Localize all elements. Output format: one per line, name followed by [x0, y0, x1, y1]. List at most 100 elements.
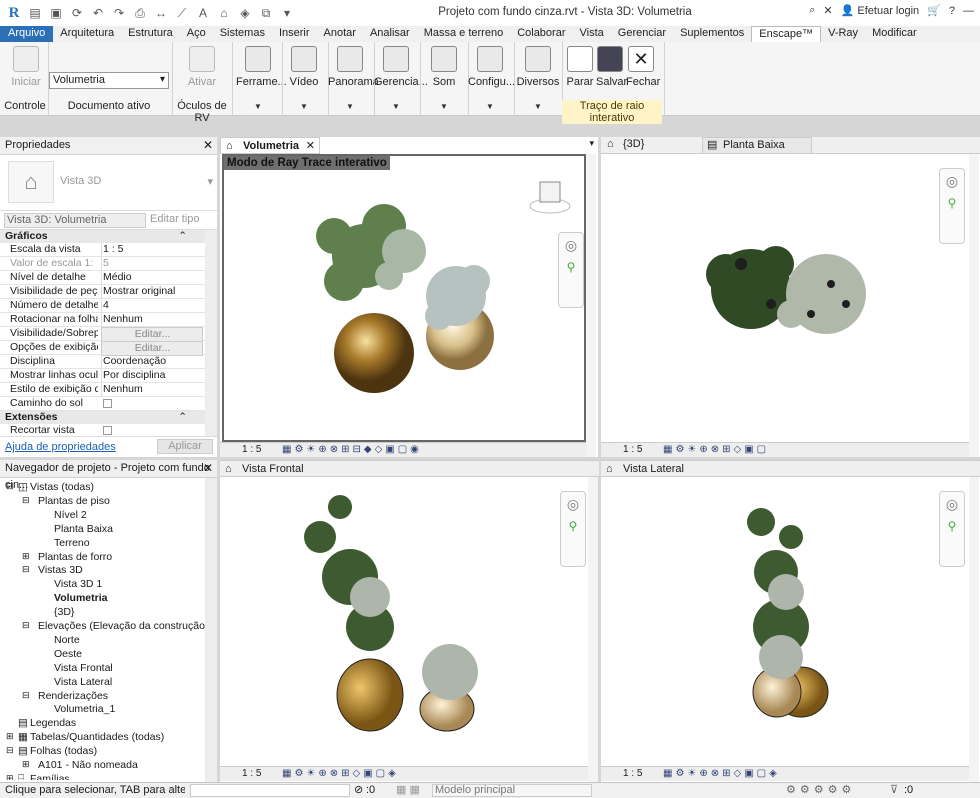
viewport-volumetria[interactable]: Modo de Ray Trace interativo ◎ ⚲ [222, 154, 586, 442]
property-value[interactable]: Por disciplina [101, 369, 203, 382]
close-tab-icon[interactable]: ✕ [306, 138, 315, 154]
minimize-icon[interactable]: — [963, 5, 974, 17]
user-icon[interactable]: 👤 Efetuar login [841, 4, 920, 18]
collapse-icon[interactable]: ⊟ [6, 745, 14, 756]
browser-item[interactable]: Terreno [54, 537, 90, 549]
browser-item[interactable]: Legendas [30, 717, 76, 729]
measure-icon[interactable]: ↔ [153, 5, 169, 21]
workset-icon[interactable]: ▦ ▦ [396, 783, 420, 798]
save-image-button[interactable]: Salvar [596, 46, 627, 88]
property-value[interactable]: Coordenação [101, 355, 203, 368]
property-value[interactable]: Editar... [101, 341, 203, 356]
browser-item[interactable]: Tabelas/Quantidades (todas) [30, 731, 164, 743]
browser-item[interactable]: Plantas de piso [38, 495, 110, 507]
stop-button[interactable]: Parar [566, 46, 594, 88]
property-group[interactable]: Gráficos ⌃ [0, 230, 205, 243]
ribbon-tab-1[interactable]: Arquitetura [53, 26, 121, 42]
chevron-down-icon[interactable]: ▼ [254, 102, 262, 111]
ribbon-button-0[interactable]: Ferrame... ▼ [236, 46, 287, 111]
tab-volumetria[interactable]: ⌂ Volumetria ✕ [220, 137, 320, 154]
redo-icon[interactable]: ↷ [111, 5, 127, 21]
view-scrollbar[interactable] [586, 154, 596, 457]
tab-3d[interactable]: ⌂ {3D} [603, 137, 698, 153]
collapse-icon[interactable]: ⌃ [178, 411, 187, 423]
tab-vista-lateral[interactable]: ⌂ Vista Lateral [601, 460, 980, 477]
text-icon[interactable]: A [195, 5, 211, 21]
tab-planta-baixa[interactable]: ▤ Planta Baixa [702, 137, 812, 153]
view-controls-icons[interactable]: ▦⚙☀⊕⊗⊞◇▣▢◈ [282, 767, 399, 781]
ribbon-tab-15[interactable]: Modificar [865, 26, 924, 42]
revit-logo-icon[interactable]: R [6, 5, 22, 21]
view-scale[interactable]: 1 : 5 [242, 443, 261, 457]
view-scrollbar[interactable] [969, 477, 979, 782]
close-properties-icon[interactable]: ✕ [203, 137, 213, 154]
tab-menu-icon[interactable]: ▾ [589, 138, 594, 149]
checkbox[interactable] [103, 399, 112, 408]
collapse-icon[interactable]: ⊟ [22, 495, 30, 506]
sync-icon[interactable]: ⟳ [69, 5, 85, 21]
property-row[interactable]: Nível de detalhe Médio [0, 271, 205, 285]
status-field[interactable] [190, 784, 350, 797]
ribbon-tab-4[interactable]: Sistemas [213, 26, 272, 42]
ribbon-tab-6[interactable]: Anotar [317, 26, 363, 42]
default-3d-icon[interactable]: ⌂ [216, 5, 232, 21]
browser-item[interactable]: Volumetria_1 [54, 703, 115, 715]
type-selector[interactable]: ⌂ Vista 3D ▾ [0, 155, 217, 211]
ribbon-tab-9[interactable]: Colaborar [510, 26, 572, 42]
viewcube-icon[interactable] [528, 176, 572, 216]
property-row[interactable]: Caminho do sol [0, 397, 205, 411]
view-scrollbar[interactable] [969, 154, 979, 457]
chevron-down-icon[interactable]: ▼ [346, 102, 354, 111]
ribbon-tab-12[interactable]: Suplementos [673, 26, 751, 42]
close-raytrace-button[interactable]: ✕ Fechar [626, 46, 660, 88]
zoom-icon[interactable]: ⚲ [561, 519, 585, 533]
view-scrollbar[interactable] [588, 477, 598, 782]
steering-wheel-icon[interactable]: ◎ [559, 237, 583, 254]
browser-item[interactable]: {3D} [54, 606, 74, 618]
ribbon-tab-2[interactable]: Estrutura [121, 26, 180, 42]
property-group[interactable]: Extensões ⌃ [0, 411, 205, 424]
property-value[interactable]: 4 [101, 299, 203, 312]
browser-item[interactable]: Oeste [54, 648, 82, 660]
property-row[interactable]: Visibilidade/Sobrep...Editar... [0, 327, 205, 342]
print-icon[interactable]: ⎙ [132, 5, 148, 21]
ribbon-tab-8[interactable]: Massa e terreno [417, 26, 510, 42]
zoom-icon[interactable]: ⚲ [559, 260, 583, 274]
apply-button[interactable]: Aplicar [157, 439, 213, 454]
property-row[interactable]: Opções de exibição...Editar... [0, 341, 205, 356]
expand-icon[interactable]: ⊞ [6, 731, 14, 742]
ribbon-tab-10[interactable]: Vista [573, 26, 611, 42]
ribbon-tab-14[interactable]: V-Ray [821, 26, 865, 42]
view-scale[interactable]: 1 : 5 [242, 767, 261, 781]
filter-icon[interactable]: ⊽ [890, 783, 898, 798]
steering-wheel-icon[interactable]: ◎ [940, 496, 964, 513]
browser-item[interactable]: Volumetria [54, 592, 107, 604]
exchange-icon[interactable]: ✕ [823, 4, 832, 17]
expand-icon[interactable]: ⊞ [6, 773, 14, 780]
property-row[interactable]: Estilo de exibição d...Nenhum [0, 383, 205, 397]
property-value[interactable]: Médio [101, 271, 203, 284]
viewport-vista-frontal[interactable]: ◎ ⚲ [220, 477, 588, 767]
property-value[interactable]: Mostrar original [101, 285, 203, 298]
ribbon-tab-0[interactable]: Arquivo [0, 26, 54, 42]
browser-item[interactable]: Norte [54, 634, 80, 646]
view-scale[interactable]: 1 : 5 [623, 443, 642, 457]
view-controls-icons[interactable]: ▦⚙☀⊕⊗⊞⊟◆◇▣▢◉ [282, 443, 422, 457]
save-icon[interactable]: ▣ [48, 5, 64, 21]
ribbon-tab-5[interactable]: Inserir [272, 26, 317, 42]
ribbon-button-2[interactable]: Panorama ▼ [328, 46, 379, 111]
collapse-icon[interactable]: ⊟ [22, 690, 30, 701]
property-row[interactable]: Mostrar linhas ocult...Por disciplina [0, 369, 205, 383]
property-row[interactable]: Rotacionar na folha Nenhum [0, 313, 205, 327]
property-row[interactable]: Visibilidade de peçasMostrar original [0, 285, 205, 299]
browser-item[interactable]: Vistas 3D [38, 564, 83, 576]
browser-item[interactable]: Famílias [30, 773, 70, 780]
close-browser-icon[interactable]: ✕ [203, 460, 213, 477]
collapse-icon[interactable]: ⊟ [6, 481, 14, 492]
ribbon-tab-13[interactable]: Enscape™ [751, 26, 822, 42]
ribbon-tab-7[interactable]: Analisar [363, 26, 417, 42]
view-controls-icons[interactable]: ▦⚙☀⊕⊗⊞◇▣▢◈ [663, 767, 780, 781]
chevron-down-icon[interactable]: ▼ [440, 102, 448, 111]
collapse-icon[interactable]: ⊟ [22, 620, 30, 631]
properties-help-link[interactable]: Ajuda de propriedades [5, 441, 116, 453]
